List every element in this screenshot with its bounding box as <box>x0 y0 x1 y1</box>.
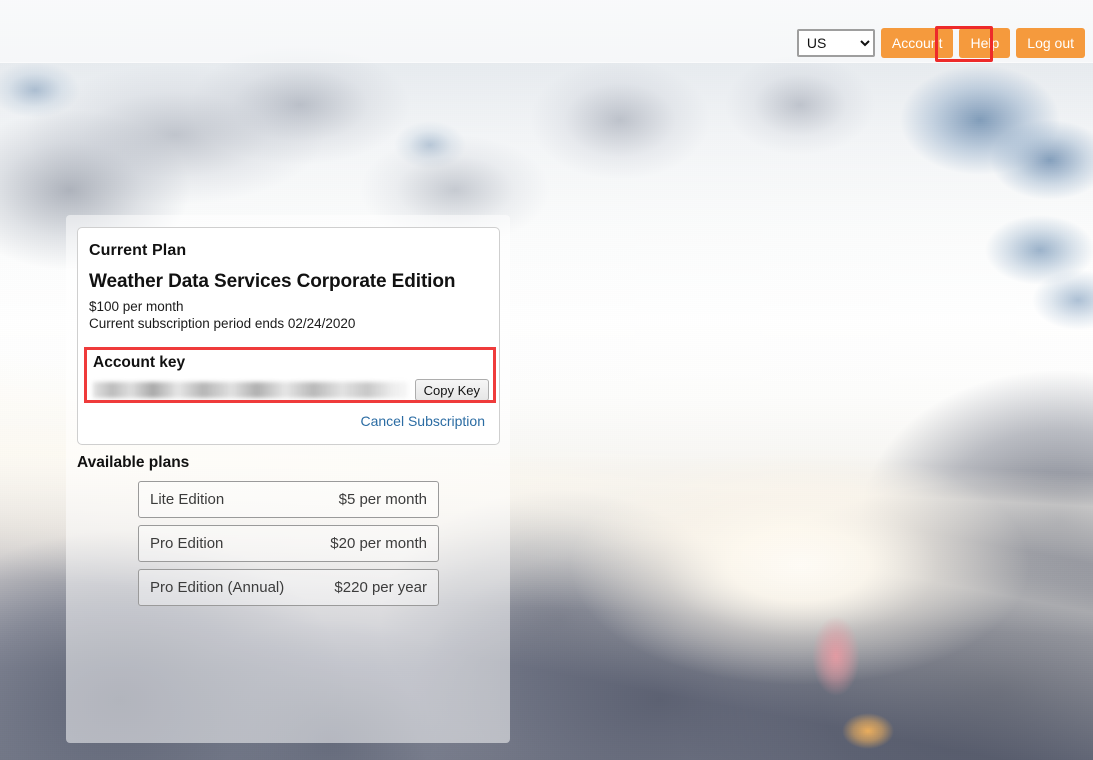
available-plans-list: Lite Edition $5 per month Pro Edition $2… <box>138 481 439 613</box>
account-key-label: Account key <box>93 354 185 372</box>
current-plan-card-body: Current Plan Weather Data Services Corpo… <box>78 228 499 332</box>
plan-option-price: $20 per month <box>330 535 427 552</box>
current-plan-heading: Current Plan <box>89 242 485 260</box>
plan-option-price: $220 per year <box>334 579 427 596</box>
top-header-bar: US Account Help Log out <box>0 0 1093 63</box>
copy-key-button[interactable]: Copy Key <box>415 379 489 401</box>
current-plan-name: Weather Data Services Corporate Edition <box>89 271 485 293</box>
account-key-row: •••••••••••••••••••••••••••••••• Copy Ke… <box>93 379 489 401</box>
help-button[interactable]: Help <box>959 28 1010 58</box>
country-select[interactable]: US <box>797 29 875 57</box>
plan-option-pro-edition[interactable]: Pro Edition $20 per month <box>138 525 439 562</box>
plan-option-name: Pro Edition <box>150 535 223 552</box>
account-key-section: Account key ••••••••••••••••••••••••••••… <box>84 347 496 403</box>
plan-option-pro-edition-annual[interactable]: Pro Edition (Annual) $220 per year <box>138 569 439 606</box>
current-plan-price: $100 per month <box>89 299 485 316</box>
account-key-value-masked: •••••••••••••••••••••••••••••••• <box>93 382 408 398</box>
plan-option-name: Pro Edition (Annual) <box>150 579 284 596</box>
cancel-subscription-link[interactable]: Cancel Subscription <box>360 413 485 429</box>
plan-option-name: Lite Edition <box>150 491 224 508</box>
account-panel: Current Plan Weather Data Services Corpo… <box>66 215 510 743</box>
available-plans-heading: Available plans <box>77 454 189 472</box>
current-plan-card: Current Plan Weather Data Services Corpo… <box>77 227 500 445</box>
plan-option-price: $5 per month <box>339 491 427 508</box>
header-controls: US Account Help Log out <box>797 28 1085 58</box>
page-root: US Account Help Log out Current Plan Wea… <box>0 0 1093 760</box>
current-plan-period: Current subscription period ends 02/24/2… <box>89 316 485 333</box>
plan-option-lite-edition[interactable]: Lite Edition $5 per month <box>138 481 439 518</box>
log-out-button[interactable]: Log out <box>1016 28 1085 58</box>
account-button[interactable]: Account <box>881 28 954 58</box>
